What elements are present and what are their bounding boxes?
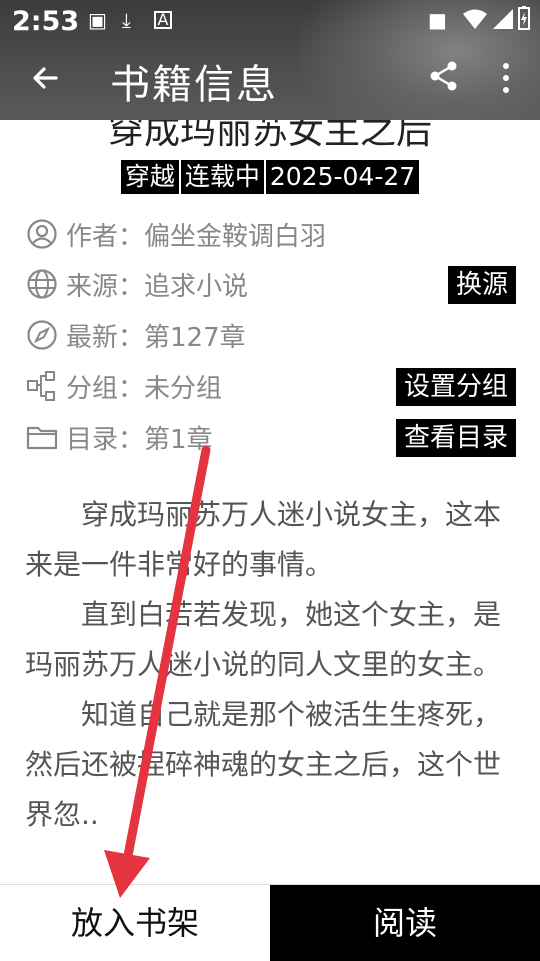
signal-icon xyxy=(493,9,513,29)
wifi-icon xyxy=(463,9,487,29)
more-options-icon[interactable] xyxy=(496,60,516,96)
status-time: 2:53 xyxy=(12,6,80,37)
add-to-shelf-button[interactable]: 放入书架 xyxy=(0,885,270,961)
view-toc-button[interactable]: 查看目录 xyxy=(395,419,516,457)
author-text: 作者：偏坐金鞍调白羽 xyxy=(66,222,327,252)
set-group-button[interactable]: 设置分组 xyxy=(395,368,516,406)
download-icon: ⤓ xyxy=(122,8,131,32)
gallery-icon: ▣ xyxy=(88,8,107,32)
toolbar: 书籍信息 xyxy=(0,46,540,112)
toc-row: 目录：第1章 查看目录 xyxy=(26,417,516,457)
back-button[interactable] xyxy=(26,58,66,98)
book-intro: 穿成玛丽苏万人迷小说女主，这本来是一件非常好的事情。 直到白若若发现，她这个女主… xyxy=(25,490,515,840)
source-row: 来源：追求小说 换源 xyxy=(26,264,516,304)
intro-paragraph: 直到白若若发现，她这个女主，是玛丽苏万人迷小说的同人文里的女主。 xyxy=(25,598,502,681)
page-title: 书籍信息 xyxy=(110,62,278,108)
intro-paragraph: 知道自己就是那个被活生生疼死，然后还被捏碎神魂的女主之后，这个世界忽.. xyxy=(25,698,502,831)
tag-status: 连载中 xyxy=(180,160,264,194)
source-text: 来源：追求小说 xyxy=(66,272,249,302)
person-icon xyxy=(27,219,57,249)
read-button[interactable]: 阅读 xyxy=(270,885,540,961)
group-tree-icon xyxy=(27,371,55,401)
battery-icon xyxy=(518,6,530,30)
intro-paragraph: 穿成玛丽苏万人迷小说女主，这本来是一件非常好的事情。 xyxy=(25,498,502,581)
status-bar: 2:53 ▣ ⤓ A ■ xyxy=(0,0,540,44)
latest-row: 最新：第127章 xyxy=(26,315,516,355)
a11y-icon: A xyxy=(154,11,172,29)
globe-icon xyxy=(27,269,57,299)
author-row: 作者：偏坐金鞍调白羽 xyxy=(26,214,516,254)
app-header: 2:53 ▣ ⤓ A ■ 书籍信息 xyxy=(0,0,540,120)
book-tags: 穿越 连载中 2025-04-27 xyxy=(0,160,540,194)
latest-chapter-text: 最新：第127章 xyxy=(66,323,246,353)
folder-icon xyxy=(26,426,58,450)
change-source-button[interactable]: 换源 xyxy=(447,266,516,304)
toc-text: 目录：第1章 xyxy=(66,425,213,455)
share-icon[interactable] xyxy=(428,60,460,92)
tag-date: 2025-04-27 xyxy=(265,160,420,194)
briefcase-icon: ■ xyxy=(428,8,447,32)
group-text: 分组：未分组 xyxy=(66,374,223,404)
tag-genre: 穿越 xyxy=(120,160,179,194)
compass-icon xyxy=(27,320,57,350)
bottom-action-bar: 放入书架 阅读 xyxy=(0,884,540,961)
group-row: 分组：未分组 设置分组 xyxy=(26,366,516,406)
